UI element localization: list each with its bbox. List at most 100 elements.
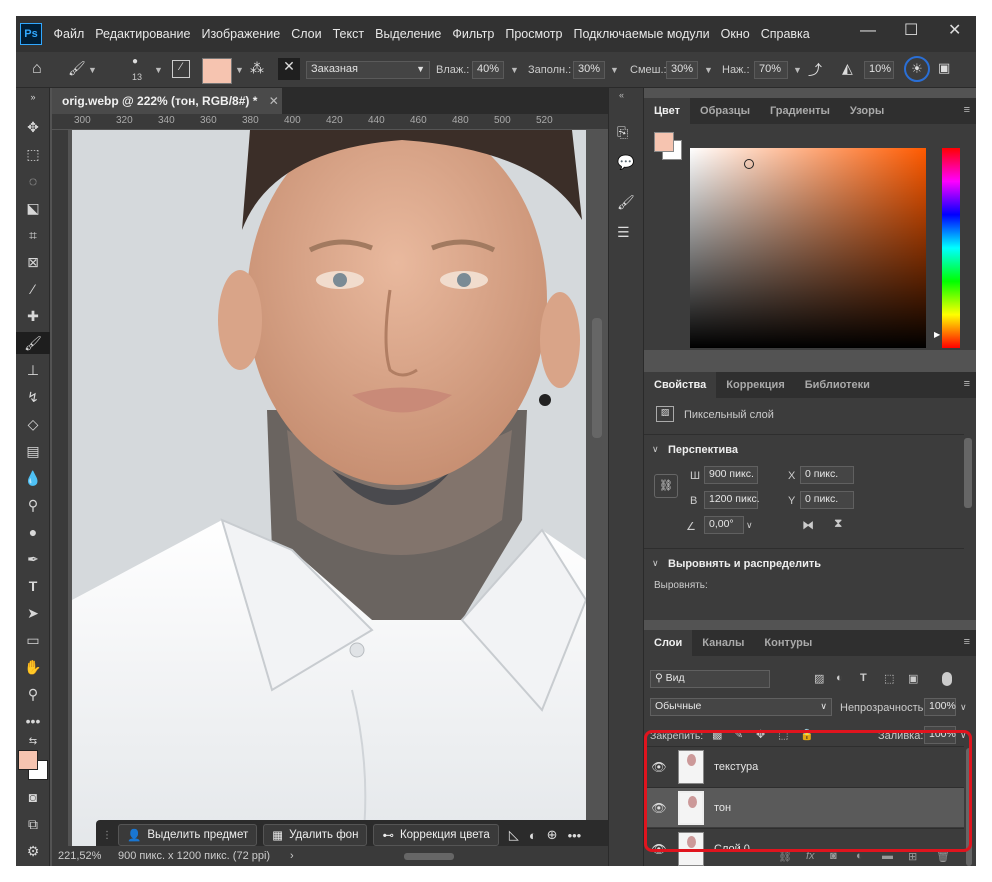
tab-libraries[interactable]: Библиотеки bbox=[795, 372, 880, 398]
mix-mode-select[interactable]: Заказная ▼ bbox=[306, 61, 430, 79]
crop-tool-icon[interactable]: ⌗ bbox=[16, 224, 50, 246]
lasso-tool-icon[interactable]: ◌ bbox=[16, 170, 50, 192]
pen-tool-icon[interactable]: ✒ bbox=[16, 548, 50, 570]
hand-tool-icon[interactable]: ✋ bbox=[16, 656, 50, 678]
sponge-tool-icon[interactable]: ● bbox=[16, 521, 50, 543]
eraser-tool-icon[interactable]: ◇ bbox=[16, 413, 50, 435]
select-subject-button[interactable]: 👤 Выделить предмет bbox=[118, 824, 258, 846]
history-icon[interactable]: ⎘ bbox=[617, 124, 628, 141]
chevron-down-icon[interactable]: ▼ bbox=[793, 65, 802, 75]
chevron-down-icon[interactable]: ∨ bbox=[960, 702, 967, 713]
share-icon[interactable]: ⚙ bbox=[16, 840, 50, 862]
color-picker-field[interactable] bbox=[690, 148, 926, 348]
rectangle-tool-icon[interactable]: ▭ bbox=[16, 629, 50, 651]
dodge-tool-icon[interactable]: ⚲ bbox=[16, 494, 50, 516]
filter-pixel-icon[interactable]: ▨ bbox=[814, 672, 824, 685]
brush-settings-icon[interactable]: ⁄ bbox=[172, 60, 190, 78]
filter-adjustment-icon[interactable]: ◐ bbox=[836, 672, 843, 684]
menu-filter[interactable]: Фильтр bbox=[447, 27, 500, 41]
height-input[interactable]: 1200 пикс. bbox=[704, 491, 760, 509]
symmetry-icon[interactable]: ▣ bbox=[938, 60, 950, 76]
mix-input[interactable]: 30% bbox=[666, 61, 698, 79]
quick-mask-icon[interactable]: ◙ bbox=[16, 786, 50, 808]
menu-layers[interactable]: Слои bbox=[286, 27, 327, 41]
more-tools-icon[interactable]: ••• bbox=[16, 710, 50, 732]
document-tab[interactable]: orig.webp @ 222% (тон, RGB/8#) * ✕ bbox=[52, 88, 282, 114]
x-input[interactable]: 0 пикс. bbox=[800, 466, 854, 484]
transform-icon[interactable]: ◺ bbox=[509, 827, 519, 843]
healing-tool-icon[interactable]: ✚ bbox=[16, 305, 50, 327]
object-select-tool-icon[interactable]: ⬕ bbox=[16, 197, 50, 219]
chevron-down-icon[interactable]: ▼ bbox=[154, 65, 163, 75]
chevron-down-icon[interactable]: ∨ bbox=[746, 520, 753, 531]
menu-view[interactable]: Просмотр bbox=[500, 27, 568, 41]
menu-file[interactable]: Файл bbox=[48, 27, 90, 41]
filter-type-icon[interactable]: T bbox=[860, 672, 867, 684]
vertical-scrollbar[interactable] bbox=[592, 318, 602, 438]
flip-vertical-icon[interactable]: ⧗ bbox=[834, 516, 842, 531]
panel-menu-icon[interactable]: ≡ bbox=[964, 104, 970, 116]
menu-image[interactable]: Изображение bbox=[196, 27, 286, 41]
brush-settings-panel-icon[interactable]: 🖌 bbox=[617, 194, 635, 211]
tab-patterns[interactable]: Узоры bbox=[840, 98, 894, 124]
history-brush-tool-icon[interactable]: ↯ bbox=[16, 386, 50, 408]
angle-icon[interactable]: ◭ bbox=[842, 60, 853, 77]
angle-input[interactable]: 10% bbox=[864, 61, 894, 79]
transform-section-title[interactable]: Перспектива bbox=[668, 444, 738, 456]
expand-icon[interactable]: « bbox=[619, 90, 624, 100]
swap-colors-icon[interactable]: ⇆ bbox=[16, 734, 50, 748]
brush-preset-icon[interactable]: 🖌 bbox=[68, 60, 86, 77]
hue-slider[interactable] bbox=[942, 148, 960, 348]
minimize-icon[interactable]: — bbox=[860, 22, 876, 40]
chevron-down-icon[interactable]: ▼ bbox=[510, 65, 519, 75]
screen-mode-icon[interactable]: ⧉ bbox=[16, 813, 50, 835]
tab-swatches[interactable]: Образцы bbox=[690, 98, 760, 124]
blur-tool-icon[interactable]: 💧 bbox=[16, 467, 50, 489]
remove-background-button[interactable]: ▦ Удалить фон bbox=[263, 824, 368, 846]
comments-icon[interactable]: 💬 bbox=[617, 154, 634, 171]
width-input[interactable]: 900 пикс. bbox=[704, 466, 758, 484]
move-tool-icon[interactable]: ✥ bbox=[16, 116, 50, 138]
properties-scrollbar[interactable] bbox=[964, 438, 972, 508]
filter-shape-icon[interactable]: ⬚ bbox=[884, 672, 894, 685]
flow-input[interactable]: 70% bbox=[754, 61, 788, 79]
color-fg-swatch[interactable] bbox=[654, 132, 674, 152]
opacity-input[interactable]: 100% bbox=[924, 698, 956, 716]
current-color-swatch[interactable] bbox=[202, 58, 232, 84]
load-input[interactable]: 30% bbox=[573, 61, 605, 79]
chevron-right-icon[interactable]: › bbox=[290, 850, 294, 862]
zoom-tool-icon[interactable]: ⚲ bbox=[16, 683, 50, 705]
tab-properties[interactable]: Свойства bbox=[644, 372, 717, 398]
add-mask-icon[interactable]: ⊕ bbox=[547, 827, 558, 843]
align-section-title[interactable]: Выровнять и распределить bbox=[668, 558, 821, 570]
menu-select[interactable]: Выделение bbox=[370, 27, 447, 41]
chevron-down-icon[interactable]: ∨ bbox=[652, 444, 659, 455]
menu-help[interactable]: Справка bbox=[755, 27, 815, 41]
close-icon[interactable]: ✕ bbox=[948, 20, 961, 40]
adjustments-icon[interactable]: ☰ bbox=[617, 224, 630, 241]
tab-gradients[interactable]: Градиенты bbox=[760, 98, 840, 124]
maximize-icon[interactable]: ☐ bbox=[904, 20, 918, 40]
image-canvas[interactable] bbox=[72, 130, 586, 850]
menu-plugins[interactable]: Подключаемые модули bbox=[568, 27, 715, 41]
type-tool-icon[interactable]: T bbox=[16, 575, 50, 597]
menu-edit[interactable]: Редактирование bbox=[90, 27, 196, 41]
stamp-tool-icon[interactable]: ⊥ bbox=[16, 359, 50, 381]
chevron-down-icon[interactable]: ∨ bbox=[652, 558, 659, 569]
wet-input[interactable]: 40% bbox=[472, 61, 504, 79]
drag-handle-icon[interactable]: ⋮ bbox=[102, 830, 112, 841]
lightbulb-icon[interactable]: ☀ bbox=[904, 56, 930, 82]
tab-adjustments[interactable]: Коррекция bbox=[716, 372, 794, 398]
blend-mode-select[interactable]: Обычные ∨ bbox=[650, 698, 832, 716]
eyedropper-tool-icon[interactable]: ⁄ bbox=[16, 278, 50, 300]
chevron-down-icon[interactable]: ▼ bbox=[235, 65, 244, 75]
home-icon[interactable]: ⌂ bbox=[32, 60, 42, 78]
path-select-tool-icon[interactable]: ➤ bbox=[16, 602, 50, 624]
color-picker-cursor[interactable] bbox=[744, 159, 754, 169]
chevron-down-icon[interactable]: ▼ bbox=[704, 65, 713, 75]
tab-channels[interactable]: Каналы bbox=[692, 630, 754, 656]
contrast-icon[interactable]: ◐ bbox=[529, 828, 537, 843]
zoom-level[interactable]: 221,52% bbox=[58, 850, 101, 862]
frame-tool-icon[interactable]: ⊠ bbox=[16, 251, 50, 273]
load-brush-icon[interactable]: ✕ bbox=[278, 58, 300, 80]
